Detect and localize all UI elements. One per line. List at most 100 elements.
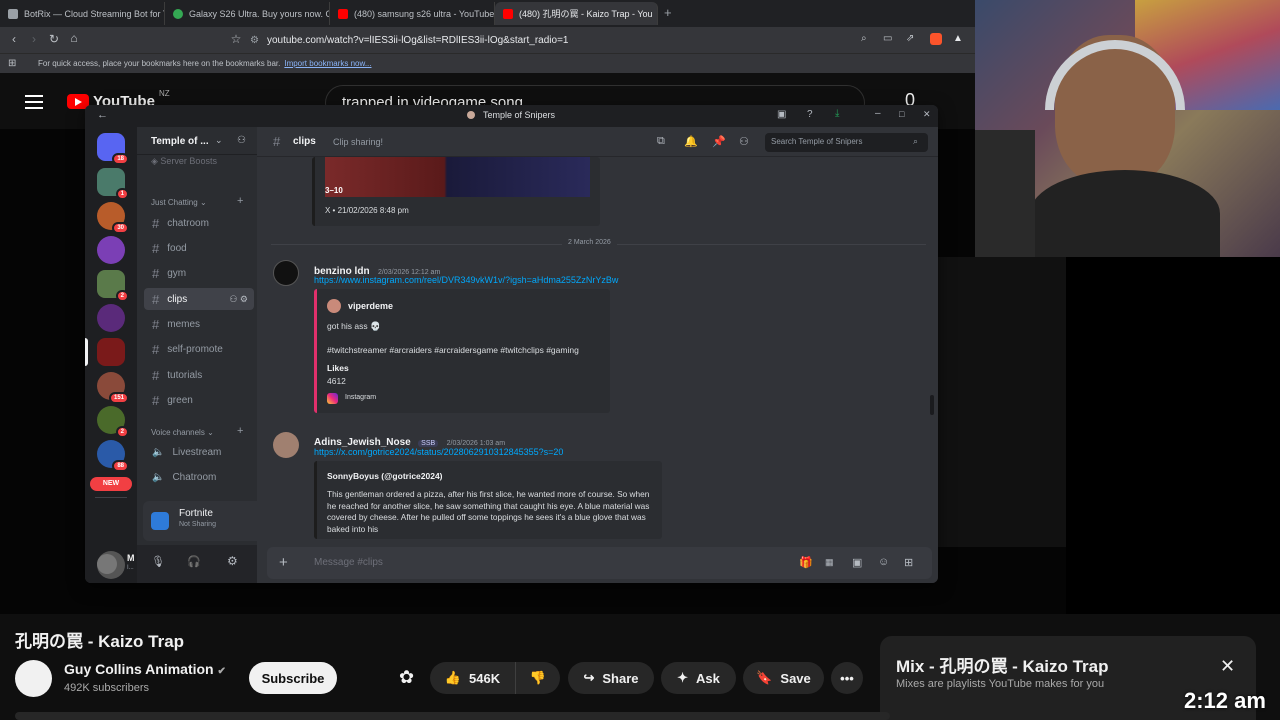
gif-icon[interactable]: ▦ [825, 557, 834, 568]
message-composer[interactable]: + Message #clips 🎁 ▦ ▣ ☺ ⊞ [267, 547, 932, 579]
import-bookmarks-link[interactable]: Import bookmarks now... [284, 59, 371, 68]
embed-image[interactable] [325, 157, 590, 197]
site-info-icon[interactable]: ⚙ [250, 35, 259, 46]
voice-channel-chatroom[interactable]: 🔈 Chatroom [144, 466, 254, 488]
attach-plus-icon[interactable]: + [279, 554, 288, 571]
voice-channel-livestream[interactable]: 🔈 Livestream [144, 441, 254, 463]
emoji-icon[interactable]: ☺ [878, 556, 889, 568]
channel-green[interactable]: # green [144, 389, 254, 411]
create-channel-icon[interactable]: + [237, 425, 243, 437]
minimize-icon[interactable]: – [875, 108, 881, 119]
rewards-icon[interactable]: ▲ [953, 33, 963, 44]
tab-youtube-search[interactable]: (480) samsung s26 ultra - YouTube [330, 2, 495, 25]
pin-icon[interactable]: 📌 [712, 135, 726, 148]
channel-chatroom[interactable]: # chatroom [144, 212, 254, 234]
maximize-icon[interactable]: □ [899, 109, 904, 119]
server-icon[interactable]: 2 [97, 406, 129, 438]
embed-hashtags: #twitchstreamer #arcraiders #arcraidersg… [327, 345, 579, 355]
channel-settings-icon[interactable]: ⚇ ⚙ [229, 294, 248, 305]
category-just-chatting[interactable]: Just Chatting ⌄ [151, 198, 207, 207]
close-icon[interactable]: ✕ [923, 109, 931, 120]
forward-icon[interactable]: › [24, 32, 44, 46]
server-header[interactable]: Temple of ... ⌄ ⚇ [137, 127, 257, 155]
server-badge: 1 [115, 188, 129, 200]
avatar[interactable] [273, 432, 299, 458]
channel-avatar[interactable] [15, 660, 52, 697]
reload-icon[interactable]: ↻ [44, 32, 64, 46]
mix-title[interactable]: Mix - 孔明の罠 - Kaizo Trap [896, 652, 1109, 677]
help-icon[interactable]: ? [807, 109, 813, 120]
server-icon[interactable] [97, 236, 125, 264]
ask-button[interactable]: ✦ Ask [661, 662, 736, 694]
back-arrow-icon[interactable]: ← [97, 109, 108, 121]
server-icon[interactable]: 30 [97, 202, 129, 234]
close-icon[interactable]: ✕ [1220, 656, 1235, 677]
channel-tutorials[interactable]: # tutorials [144, 364, 254, 386]
home-icon[interactable]: ⌂ [64, 31, 84, 45]
avatar[interactable] [273, 260, 299, 286]
dislike-button[interactable]: 👎 [515, 662, 560, 694]
like-button[interactable]: 👍 546K [430, 662, 515, 694]
channel-gym[interactable]: # gym [144, 262, 254, 284]
save-button[interactable]: 🔖 Save [743, 662, 824, 694]
back-icon[interactable]: ‹ [4, 32, 24, 46]
share-button[interactable]: ↪ Share [568, 662, 654, 694]
headphones-icon[interactable]: 🎧 [187, 555, 201, 568]
channel-memes[interactable]: # memes [144, 313, 254, 335]
threads-icon[interactable]: ⧉ [657, 135, 665, 148]
message-link[interactable]: https://www.instagram.com/reel/DVR349vkW… [314, 275, 618, 285]
sparkle-icon[interactable]: ✿ [399, 667, 414, 688]
embed-author[interactable]: viperdeme [348, 301, 393, 311]
more-actions-button[interactable]: ••• [831, 662, 863, 694]
tab-botrix[interactable]: BotRix — Cloud Streaming Bot for Tw [0, 2, 165, 25]
tab-youtube-video[interactable]: (480) 孔明の罠 - Kaizo Trap - You ✕ [495, 2, 658, 25]
url-field[interactable]: ⚙ youtube.com/watch?v=lIES3ii-lOg&list=R… [250, 31, 569, 49]
direct-messages-icon[interactable]: 18 [97, 133, 129, 165]
create-channel-icon[interactable]: + [237, 195, 243, 207]
message-link[interactable]: https://x.com/gotrice2024/status/2028062… [314, 447, 563, 457]
apps-icon[interactable]: ⊞ [904, 556, 913, 569]
gift-icon[interactable]: 🎁 [799, 556, 813, 569]
message-timestamp: 2/03/2026 1:03 am [446, 440, 506, 447]
zoom-icon[interactable]: ⌕ [861, 33, 867, 44]
speaker-icon: 🔈 [152, 471, 165, 483]
brave-shield-icon[interactable] [930, 33, 942, 45]
cast-icon[interactable]: ▭ [883, 33, 892, 44]
new-tab-icon[interactable]: + [664, 5, 672, 20]
inbox-icon[interactable]: ▣ [777, 109, 786, 120]
microphone-icon[interactable]: 🎙 [151, 555, 165, 568]
server-icon[interactable]: 151 [97, 372, 129, 404]
download-icon[interactable]: ⤓ [835, 108, 839, 119]
x-embed: SonnyBoyus (@gotrice2024) This gentleman… [314, 461, 662, 539]
server-icon[interactable] [97, 304, 125, 332]
channel-name[interactable]: Guy Collins Animation [64, 661, 214, 677]
share-page-icon[interactable]: ⇗ [906, 33, 914, 44]
category-voice-channels[interactable]: Voice channels ⌄ [151, 428, 214, 437]
bell-icon[interactable]: 🔔 [684, 135, 698, 148]
hash-icon: # [152, 291, 160, 307]
invite-people-icon[interactable]: ⚇ [237, 135, 246, 146]
channel-clips[interactable]: # clips ⚇ ⚙ [144, 288, 254, 310]
embed-author[interactable]: SonnyBoyus (@gotrice2024) [327, 471, 443, 481]
menu-icon[interactable] [25, 95, 43, 109]
temple-of-snipers-server-icon[interactable] [97, 338, 125, 366]
apps-grid-icon[interactable]: ⊞ [8, 58, 16, 69]
server-icon[interactable]: 1 [97, 168, 129, 200]
description-box[interactable] [15, 712, 890, 720]
server-icon[interactable]: 2 [97, 270, 129, 302]
bookmark-star-icon[interactable]: ☆ [226, 32, 246, 46]
server-boosts-item[interactable]: ◈ Server Boosts [151, 156, 217, 167]
channel-food[interactable]: # food [144, 237, 254, 259]
channel-self-promote[interactable]: # self-promote [144, 338, 254, 360]
user-settings-icon[interactable]: ⚙ [227, 554, 238, 568]
chat-scrollbar[interactable] [930, 395, 934, 415]
server-icon[interactable]: 88 [97, 440, 129, 472]
youtube-favicon-icon [338, 8, 348, 19]
subscribe-button[interactable]: Subscribe [249, 662, 337, 694]
sticker-icon[interactable]: ▣ [852, 556, 862, 569]
new-unreads-pill[interactable]: NEW [90, 477, 132, 491]
tab-galaxy[interactable]: Galaxy S26 Ultra. Buy yours now. One [165, 2, 330, 25]
avatar[interactable] [97, 554, 117, 574]
members-icon[interactable]: ⚇ [739, 135, 749, 148]
search-input[interactable]: Search Temple of Snipers ⌕ [765, 133, 928, 152]
